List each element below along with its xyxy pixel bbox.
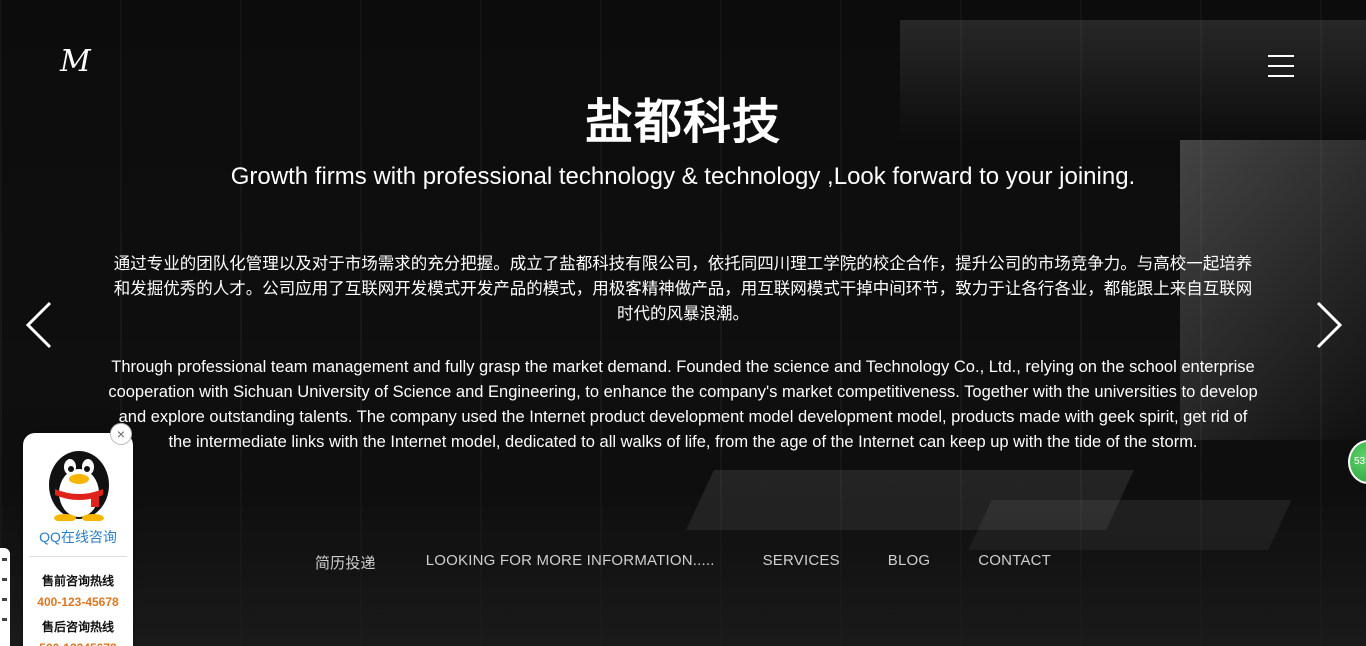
- presale-hotline-number: 400-123-45678: [37, 595, 119, 609]
- chevron-left-icon[interactable]: [22, 300, 56, 350]
- hero-subtitle: Growth firms with professional technolog…: [230, 163, 1136, 190]
- nav-item-contact[interactable]: CONTACT: [978, 552, 1051, 573]
- presale-hotline-label: 售前咨询热线: [41, 574, 114, 588]
- nav-item-resume[interactable]: 简历投递: [315, 552, 376, 573]
- chevron-right-icon[interactable]: [1312, 300, 1346, 350]
- page-title: 盐都科技: [584, 94, 781, 150]
- hamburger-menu-icon[interactable]: [1268, 55, 1294, 77]
- site-logo[interactable]: M: [60, 44, 91, 79]
- aftersale-hotline-label: 售后咨询热线: [41, 620, 114, 634]
- qq-penguin-icon[interactable]: [41, 441, 117, 521]
- bottom-nav: 简历投递 LOOKING FOR MORE INFORMATION..... S…: [0, 552, 1366, 573]
- description-chinese: 通过专业的团队化管理以及对于市场需求的充分把握。成立了盐都科技有限公司，依托同四…: [113, 255, 1253, 323]
- qq-consult-widget: × QQ在线咨询 售前咨询热线 400-123-45678 售后咨询热线 500…: [23, 423, 133, 646]
- description-english: Through professional team management and…: [108, 358, 1258, 451]
- nav-item-blog[interactable]: BLOG: [888, 552, 930, 573]
- divider: [29, 556, 127, 557]
- qq-consult-link[interactable]: QQ在线咨询: [23, 527, 133, 547]
- side-tab[interactable]: [0, 548, 10, 646]
- aftersale-hotline-number: 500-12345678: [23, 641, 133, 646]
- nav-item-services[interactable]: SERVICES: [763, 552, 840, 573]
- nav-item-more-info[interactable]: LOOKING FOR MORE INFORMATION.....: [426, 552, 715, 573]
